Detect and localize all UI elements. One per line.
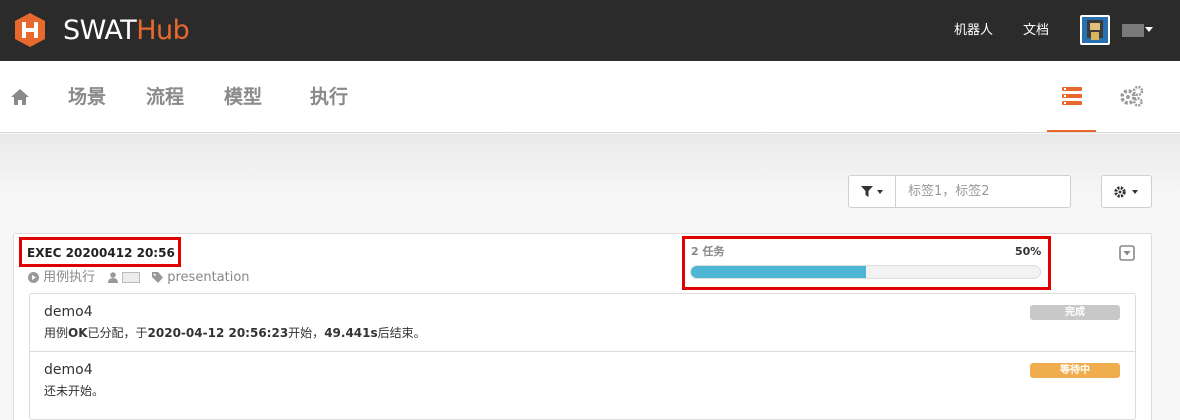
status-badge: 完成 <box>1030 305 1120 320</box>
desc-mid: 已分配，于 <box>87 326 148 340</box>
collapse-toggle-icon[interactable] <box>1119 245 1135 261</box>
user-menu-caret-icon[interactable] <box>1145 27 1153 32</box>
task-name[interactable]: demo4 <box>44 361 93 379</box>
brand-suffix: Hub <box>136 15 190 46</box>
cogs-icon[interactable] <box>1120 85 1144 107</box>
brand-name[interactable]: SWATHub <box>63 13 190 49</box>
status-badge: 等待中 <box>1030 363 1120 378</box>
execution-tag[interactable]: presentation <box>167 270 249 285</box>
top-navbar: SWATHub 机器人 文档 <box>0 0 1180 61</box>
user-name[interactable] <box>1122 24 1144 37</box>
list-icon[interactable] <box>1062 87 1082 105</box>
tag-icon <box>152 272 164 283</box>
task-description: 还未开始。 <box>44 384 105 398</box>
user-icon <box>107 272 118 283</box>
brand-prefix: SWAT <box>63 15 137 46</box>
nav-flows[interactable]: 流程 <box>146 85 184 109</box>
row-divider <box>29 351 1136 352</box>
desc-status: OK <box>68 326 88 340</box>
task-description: 用例OK已分配，于2020-04-12 20:56:23开始，49.441s后结… <box>44 325 426 341</box>
desc-pre: 用例 <box>44 326 69 340</box>
execution-meta: 用例执行 presentation <box>28 269 250 286</box>
user-name-placeholder <box>121 272 140 283</box>
filter-icon <box>861 186 883 197</box>
robot-link[interactable]: 机器人 <box>954 22 993 40</box>
filter-button[interactable] <box>848 175 896 208</box>
settings-dropdown-button[interactable] <box>1101 175 1152 208</box>
nav-models[interactable]: 模型 <box>224 85 262 109</box>
task-list <box>29 293 1136 420</box>
nav-scenes[interactable]: 场景 <box>68 85 106 109</box>
desc-post: 后结束。 <box>377 326 426 340</box>
home-icon[interactable] <box>11 89 29 105</box>
execution-type: 用例执行 <box>43 270 96 285</box>
nav-executions[interactable]: 执行 <box>310 85 348 109</box>
tag-filter-input[interactable] <box>895 175 1071 208</box>
avatar[interactable] <box>1080 15 1110 45</box>
desc-time: 2020-04-12 20:56:23 <box>147 326 289 340</box>
desc-duration: 49.441s <box>324 326 378 340</box>
main-nav: 场景 流程 模型 执行 <box>0 61 1180 133</box>
highlight-box <box>19 237 181 267</box>
gear-icon <box>1114 186 1138 198</box>
active-tab-indicator <box>1047 130 1096 132</box>
highlight-box <box>682 236 1051 290</box>
docs-link[interactable]: 文档 <box>1023 22 1049 40</box>
swathub-logo-icon[interactable] <box>14 13 46 47</box>
user-avatar-icon <box>1082 17 1108 43</box>
desc-mid2: 开始， <box>288 326 325 340</box>
task-name[interactable]: demo4 <box>44 303 93 321</box>
play-circle-icon <box>28 272 39 283</box>
